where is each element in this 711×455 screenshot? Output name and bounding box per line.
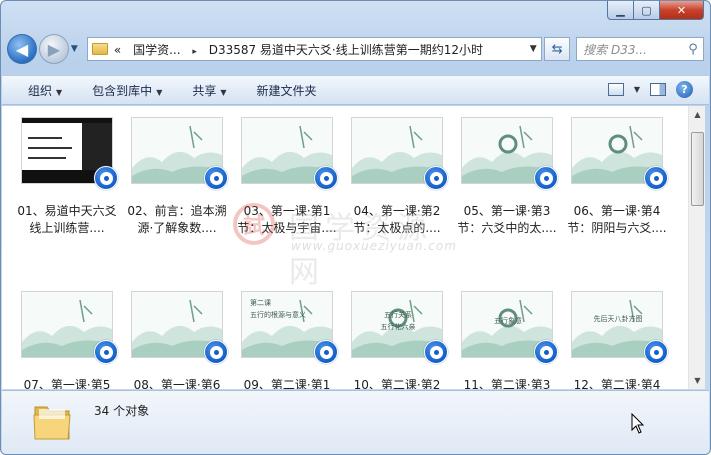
- chevron-down-icon: ▼: [156, 87, 163, 97]
- folder-icon: [33, 406, 71, 440]
- search-input[interactable]: 搜索 D33...: [583, 41, 683, 58]
- forward-button[interactable]: ▶: [38, 34, 69, 64]
- mouse-cursor-icon: [631, 413, 645, 434]
- chevron-down-icon: ▼: [56, 87, 63, 97]
- film-reel-icon: [429, 345, 443, 359]
- chevron-down-icon: ▼: [220, 87, 227, 97]
- film-reel-icon: [319, 345, 333, 359]
- media-player-icon: [424, 340, 448, 364]
- address-path: « 国学资... ▸ D33587 易道中天六爻·线上训练营第一期约12小时: [114, 41, 525, 58]
- scroll-up-button[interactable]: ▲: [689, 106, 706, 123]
- explorer-window: ▁ ▢ ✕ ◀ ▶ ▼ « 国学资... ▸ D33587 易道中天六爻·线上训…: [0, 0, 711, 455]
- media-player-icon: [94, 166, 118, 190]
- folder-icon: [91, 43, 108, 55]
- back-button[interactable]: ◀: [7, 34, 37, 64]
- view-controls: ▼ ?: [607, 81, 693, 98]
- film-reel-icon: [539, 345, 553, 359]
- details-pane: 34 个对象: [2, 390, 709, 454]
- file-name[interactable]: 05、第一课·第3节：六爻中的太....: [455, 203, 559, 237]
- address-bar[interactable]: « 国学资... ▸ D33587 易道中天六爻·线上训练营第一期约12小时 ▼: [86, 37, 543, 61]
- file-name[interactable]: 06、第一课·第4节：阴阳与六爻....: [565, 203, 669, 237]
- media-player-icon: [644, 166, 668, 190]
- file-name[interactable]: 04、第一课·第2节：太极点的....: [345, 203, 449, 237]
- vertical-scrollbar[interactable]: ▲ ▼: [688, 106, 705, 389]
- slide-text: 五行化六亲: [380, 323, 416, 331]
- media-player-icon: [534, 340, 558, 364]
- file-name[interactable]: 07、第一课·第5节：六爻中三才....: [15, 377, 119, 389]
- film-reel-icon: [99, 345, 113, 359]
- media-player-icon: [644, 340, 668, 364]
- slide-text: 五行象意: [494, 317, 522, 325]
- slide-text: 五行的根源与意义: [250, 311, 306, 319]
- file-name[interactable]: 09、第二课·第1节：五行的根源....: [235, 377, 339, 389]
- new-folder-label: 新建文件夹: [256, 83, 317, 98]
- media-player-icon: [204, 340, 228, 364]
- organize-menu[interactable]: 组织 ▼: [28, 82, 62, 99]
- file-name[interactable]: 12、第二课·第4节：先后天八卦....: [565, 377, 669, 389]
- share-label: 共享: [192, 83, 217, 98]
- film-reel-icon: [209, 171, 223, 185]
- arrow-left-icon: ◀: [15, 39, 29, 59]
- slide-text: 第二课: [250, 299, 271, 307]
- search-icon[interactable]: ⚲: [683, 42, 703, 57]
- media-player-icon: [314, 166, 338, 190]
- media-player-icon: [314, 340, 338, 364]
- change-view-icon[interactable]: [607, 83, 624, 96]
- file-name[interactable]: 11、第二课·第3节：五行象意....: [455, 377, 559, 389]
- search-box[interactable]: 搜索 D33... ⚲: [576, 37, 704, 61]
- file-name[interactable]: 03、第一课·第1节：太极与宇宙....: [235, 203, 339, 237]
- item-count: 34 个对象: [94, 404, 150, 418]
- refresh-icon: ⇆: [551, 41, 563, 57]
- organize-label: 组织: [28, 83, 53, 98]
- film-reel-icon: [649, 345, 663, 359]
- recent-pages-dropdown[interactable]: ▼: [71, 44, 83, 54]
- media-player-icon: [424, 166, 448, 190]
- breadcrumb-1[interactable]: 国学资...: [133, 43, 180, 57]
- view-dropdown[interactable]: ▼: [634, 85, 640, 94]
- film-reel-icon: [539, 171, 553, 185]
- file-list[interactable]: 01、易道中天六爻线上训练营.... 02、前言：追本溯源·了解象数.... 03、…: [2, 106, 688, 389]
- include-in-library-menu[interactable]: 包含到库中 ▼: [92, 82, 162, 99]
- film-reel-icon: [319, 171, 333, 185]
- close-button[interactable]: ✕: [660, 1, 704, 20]
- command-bar: 组织 ▼ 包含到库中 ▼ 共享 ▼ 新建文件夹 ▼ ?: [2, 75, 709, 105]
- breadcrumb-2[interactable]: D33587 易道中天六爻·线上训练营第一期约12小时: [209, 43, 483, 57]
- preview-pane-icon[interactable]: [650, 83, 666, 96]
- media-player-icon: [94, 340, 118, 364]
- caption-buttons: ▁ ▢ ✕: [607, 1, 704, 21]
- media-player-icon: [534, 166, 558, 190]
- file-name[interactable]: 10、第二课·第2节：五行关系、....: [345, 377, 449, 389]
- scroll-down-button[interactable]: ▼: [689, 372, 706, 389]
- minimize-button[interactable]: ▁: [607, 1, 634, 20]
- film-reel-icon: [209, 345, 223, 359]
- scroll-thumb[interactable]: [691, 132, 704, 206]
- file-name[interactable]: 02、前言：追本溯源·了解象数....: [125, 203, 229, 237]
- refresh-button[interactable]: ⇆: [544, 37, 571, 61]
- address-dropdown[interactable]: ▼: [525, 44, 541, 54]
- film-reel-icon: [99, 171, 113, 185]
- film-reel-icon: [649, 171, 663, 185]
- include-library-label: 包含到库中: [92, 83, 153, 98]
- slide-text: 五行关系: [384, 311, 412, 319]
- slide-text: 先后天八卦方图: [593, 315, 643, 323]
- maximize-button[interactable]: ▢: [634, 1, 660, 20]
- new-folder-button[interactable]: 新建文件夹: [257, 82, 317, 99]
- navigation-bar: ◀ ▶ ▼ « 国学资... ▸ D33587 易道中天六爻·线上训练营第一期约…: [7, 33, 704, 65]
- file-name[interactable]: 01、易道中天六爻线上训练营....: [15, 203, 119, 237]
- share-menu[interactable]: 共享 ▼: [192, 82, 226, 99]
- media-player-icon: [204, 166, 228, 190]
- help-icon[interactable]: ?: [676, 81, 693, 98]
- film-reel-icon: [429, 171, 443, 185]
- address-overflow[interactable]: «: [114, 43, 121, 57]
- breadcrumb-separator[interactable]: ▸: [192, 47, 197, 57]
- file-name[interactable]: 08、第一课·第6节：课后作业....: [125, 377, 229, 389]
- arrow-right-icon: ▶: [47, 39, 61, 59]
